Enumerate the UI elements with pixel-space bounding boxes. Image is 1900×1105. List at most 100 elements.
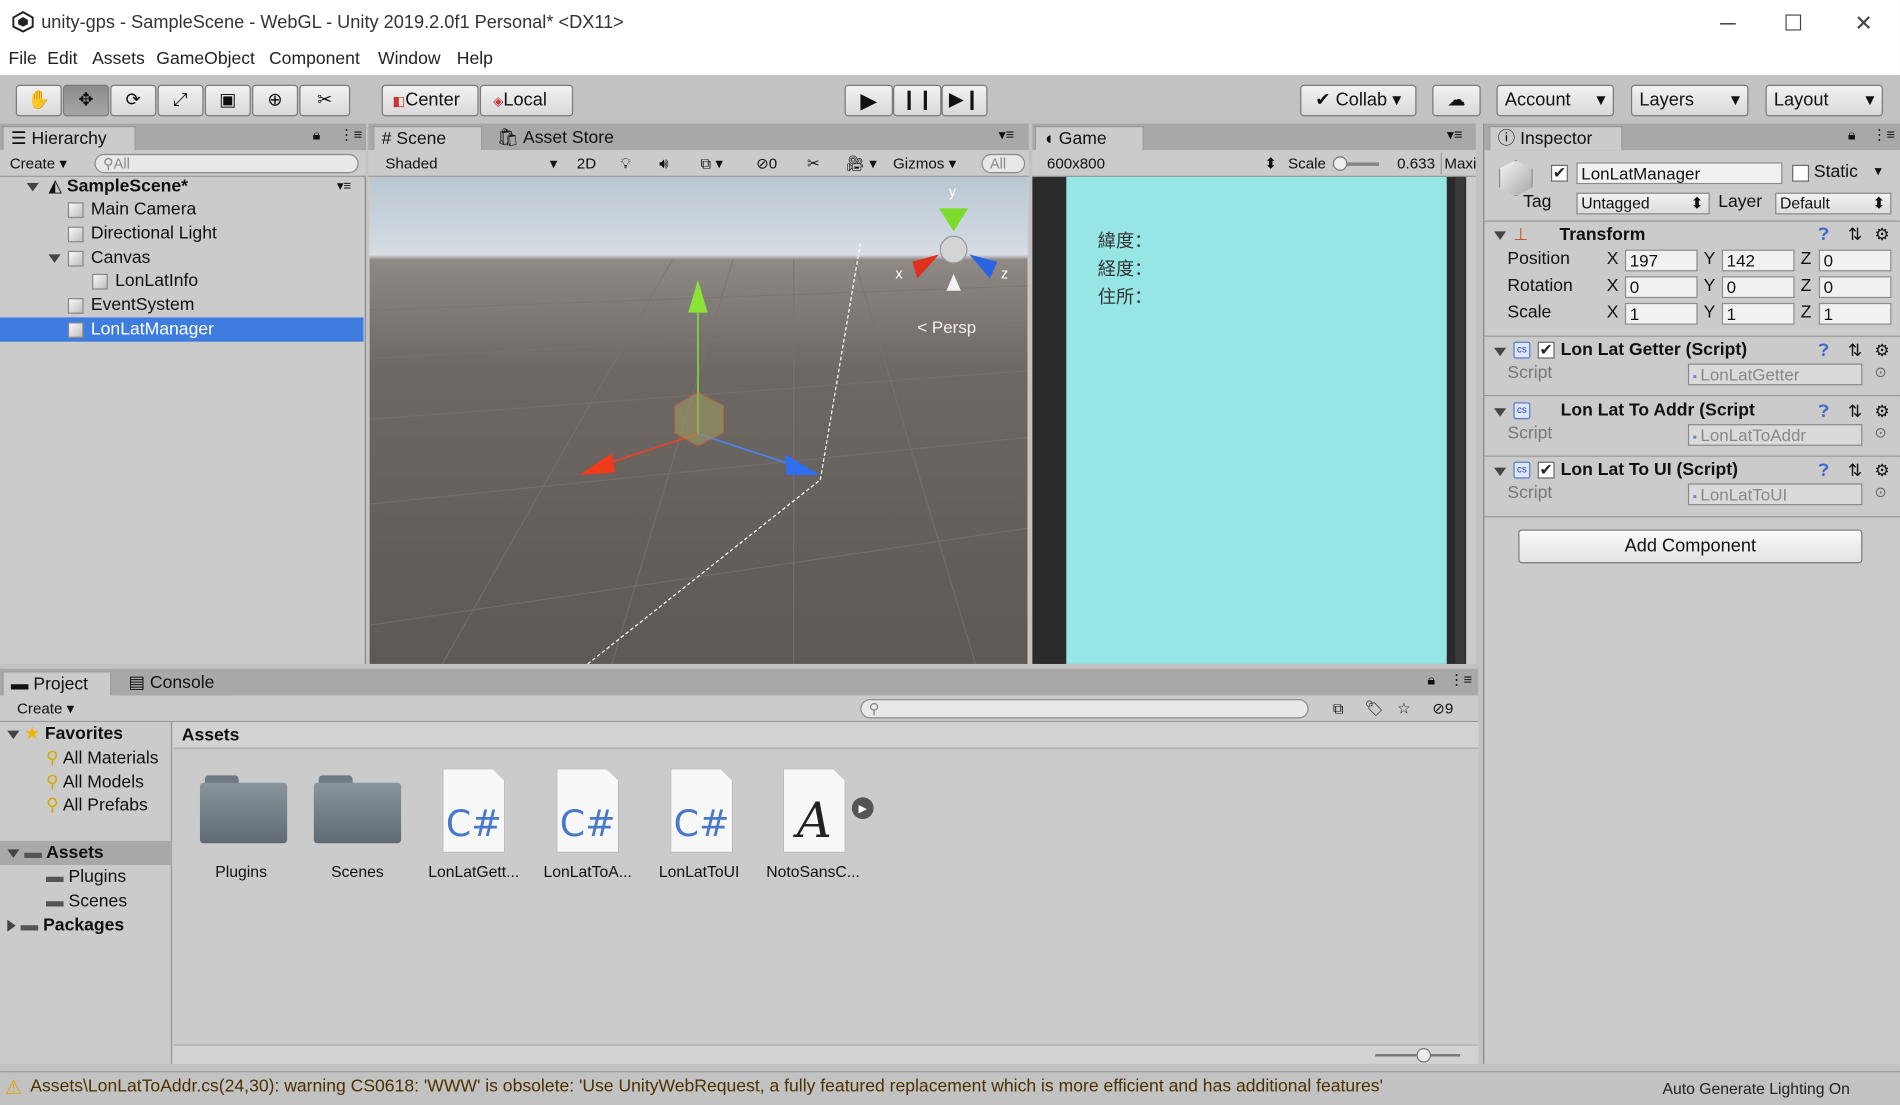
expand-arrow-icon[interactable] (7, 919, 16, 932)
assets-root-row[interactable]: ▬ Assets (0, 840, 173, 866)
hierarchy-item-eventsystem[interactable]: EventSystem (0, 293, 364, 317)
preset-icon[interactable]: ⇅ (1848, 460, 1862, 481)
preset-icon[interactable]: ⇅ (1848, 224, 1862, 245)
menu-component[interactable]: Component (269, 50, 360, 69)
folder-scenes[interactable]: ▬ Scenes (0, 889, 172, 913)
object-picker-icon[interactable]: ⊙ (1874, 363, 1886, 380)
position-x-field[interactable]: 197 (1624, 249, 1698, 272)
close-button[interactable]: ✕ (1839, 7, 1887, 39)
hierarchy-item-canvas[interactable]: Canvas (0, 246, 364, 270)
expand-font-asset-icon[interactable]: ▶ (851, 797, 874, 820)
hierarchy-item-lonlatmanager[interactable]: LonLatManager (0, 317, 364, 342)
asset-plugins-folder[interactable] (199, 775, 288, 844)
tab-hierarchy[interactable]: ☰ Hierarchy (2, 126, 136, 151)
preset-icon[interactable]: ⇅ (1848, 340, 1862, 361)
filter-by-type-icon[interactable]: ⧉ (1333, 698, 1344, 720)
settings-gear-icon[interactable]: ⚙ (1874, 224, 1889, 245)
help-icon[interactable]: ❓︎ (1819, 401, 1829, 422)
layout-dropdown[interactable]: Layout ▾ (1765, 84, 1883, 117)
favorite-all-prefabs[interactable]: ⚲ All Prefabs (0, 794, 172, 818)
hierarchy-search-input[interactable]: ⚲All (94, 153, 359, 174)
console-warning-text[interactable]: Assets\LonLatToAddr.cs(24,30): warning C… (30, 1077, 1629, 1096)
rotation-z-field[interactable]: 0 (1818, 276, 1892, 299)
panel-menu-icon[interactable]: ⋮≡ (1449, 671, 1472, 688)
expand-arrow-icon[interactable] (26, 182, 39, 192)
tab-project[interactable]: ▬ Project (2, 671, 112, 696)
script-field[interactable]: ▪ LonLatToUI (1687, 483, 1863, 506)
lighting-toggle-icon[interactable]: 💡︎ (620, 153, 631, 175)
tab-inspector[interactable]: ⓘ Inspector (1489, 126, 1623, 151)
hidden-packages-toggle[interactable]: ⊘9 (1432, 698, 1453, 720)
packages-row[interactable]: ▬ Packages (0, 914, 172, 938)
persp-label[interactable]: < Persp (917, 317, 976, 336)
hidden-objects-toggle[interactable]: ⊘0 (756, 153, 777, 175)
tab-game[interactable]: ◖ Game (1034, 126, 1144, 151)
account-dropdown[interactable]: Account ▾ (1496, 84, 1614, 117)
collapse-arrow-icon[interactable] (1494, 347, 1507, 357)
favorite-star-icon[interactable]: ☆ (1397, 698, 1411, 720)
resolution-dropdown[interactable]: 600x800 ⬍ (1047, 153, 1277, 175)
panel-menu-icon[interactable]: ⋮≡ (1872, 126, 1895, 143)
settings-gear-icon[interactable]: ⚙ (1874, 340, 1889, 361)
menu-help[interactable]: Help (457, 50, 493, 69)
filter-by-label-icon[interactable]: 🏷︎ (1364, 698, 1383, 720)
menu-edit[interactable]: Edit (47, 50, 77, 69)
scale-slider-thumb[interactable] (1332, 156, 1348, 171)
step-button[interactable]: ▶❙ (941, 84, 988, 117)
move-tool-button[interactable]: ✥ (63, 84, 110, 117)
scene-menu-icon[interactable]: ▾≡ (337, 174, 351, 198)
shading-mode-dropdown[interactable]: Shaded ▾ (385, 153, 557, 175)
custom-tool-button[interactable]: ✂ (299, 84, 351, 117)
scene-search-input[interactable]: All (981, 153, 1026, 174)
lock-icon[interactable]: 🔒︎ (1427, 671, 1435, 689)
add-component-button[interactable]: Add Component (1518, 529, 1863, 564)
lock-icon[interactable]: 🔒︎ (313, 126, 321, 144)
project-create-button[interactable]: Create ▾ (17, 698, 87, 720)
transform-tool-button[interactable]: ⊕ (252, 84, 299, 117)
tab-scene[interactable]: # Scene (373, 126, 483, 151)
folder-plugins[interactable]: ▬ Plugins (0, 865, 172, 889)
tab-console[interactable]: ▤ Console (121, 671, 231, 696)
rotation-x-field[interactable]: 0 (1624, 276, 1698, 299)
settings-gear-icon[interactable]: ⚙ (1874, 401, 1889, 422)
panel-menu-icon[interactable]: ▾≡ (998, 126, 1014, 143)
collapse-arrow-icon[interactable] (1494, 231, 1507, 240)
game-scrollbar[interactable] (1455, 176, 1465, 664)
script-field[interactable]: ▪ LonLatToAddr (1687, 424, 1863, 446)
tab-asset-store[interactable]: 🛍︎ Asset Store (489, 126, 623, 151)
favorite-all-materials[interactable]: ⚲ All Materials (0, 746, 172, 770)
help-icon[interactable]: ❓︎ (1819, 460, 1829, 481)
static-checkbox[interactable] (1792, 164, 1810, 182)
panel-menu-icon[interactable]: ⋮≡ (339, 126, 362, 143)
expand-arrow-icon[interactable] (7, 730, 20, 739)
scene-root-row[interactable]: ◭ SampleScene* ▾≡ (0, 174, 364, 198)
play-button[interactable]: ▶ (844, 84, 894, 117)
rect-tool-button[interactable]: ▣ (204, 84, 251, 117)
asset-lonlattoui-script[interactable]: C# (670, 768, 734, 853)
hierarchy-item-main-camera[interactable]: Main Camera (0, 197, 364, 221)
script-field[interactable]: ▪ LonLatGetter (1687, 363, 1863, 386)
hierarchy-item-lonlatinfo[interactable]: LonLatInfo (0, 269, 364, 293)
hand-tool-button[interactable]: ✋ (15, 84, 62, 117)
help-icon[interactable]: ❓︎ (1819, 340, 1829, 361)
hierarchy-item-directional-light[interactable]: Directional Light (0, 222, 364, 246)
collapse-arrow-icon[interactable] (1494, 467, 1507, 477)
effects-dropdown-icon[interactable]: ⧉ ▾ (700, 153, 723, 175)
project-search-input[interactable]: ⚲ (860, 699, 1309, 719)
component-enabled-checkbox[interactable]: ✔ (1537, 341, 1555, 359)
scale-z-field[interactable]: 1 (1818, 302, 1892, 325)
menu-window[interactable]: Window (378, 50, 440, 69)
position-y-field[interactable]: 142 (1721, 249, 1795, 272)
help-icon[interactable]: ❓︎ (1819, 224, 1829, 245)
asset-notosans-font[interactable]: A (782, 768, 846, 853)
icon-size-slider-thumb[interactable] (1416, 1048, 1432, 1063)
maximize-button[interactable]: ☐ (1769, 7, 1817, 39)
position-z-field[interactable]: 0 (1818, 249, 1892, 272)
maximize-on-play-toggle[interactable]: Maxir (1440, 152, 1476, 175)
component-enabled-checkbox[interactable]: ✔ (1537, 461, 1555, 479)
scale-tool-button[interactable]: ⤢ (157, 84, 204, 117)
object-picker-icon[interactable]: ⊙ (1874, 424, 1886, 441)
menu-assets[interactable]: Assets (92, 50, 145, 69)
menu-file[interactable]: File (8, 50, 36, 69)
expand-arrow-icon[interactable] (48, 254, 61, 263)
